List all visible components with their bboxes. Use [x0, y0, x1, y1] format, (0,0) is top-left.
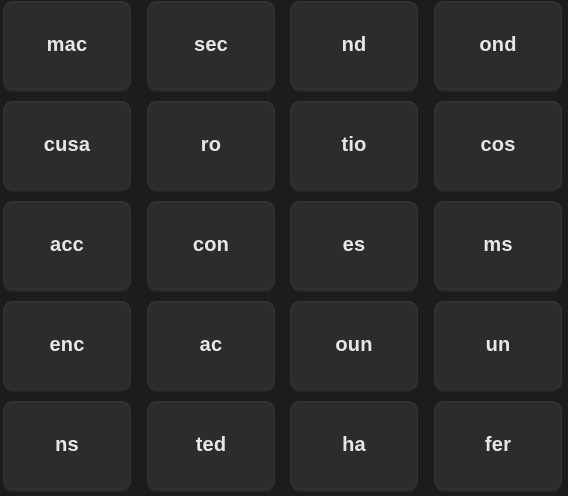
tile[interactable]: tio — [290, 101, 418, 190]
tile-label: ro — [200, 134, 222, 156]
tile[interactable]: con — [147, 201, 275, 290]
tile-label: ns — [55, 434, 79, 456]
tile-label: fer — [484, 434, 512, 456]
tile[interactable]: ms — [434, 201, 562, 290]
tile-label: ha — [342, 434, 366, 456]
tile[interactable]: es — [290, 201, 418, 290]
tile-label: ac — [199, 334, 223, 356]
tile[interactable]: ns — [3, 401, 131, 490]
tile-board: mac sec nd ond cusa ro tio cos acc con e… — [0, 0, 568, 496]
tile-label: enc — [49, 334, 85, 356]
tile[interactable]: ac — [147, 301, 275, 390]
tile-label: un — [485, 334, 511, 356]
tile[interactable]: fer — [434, 401, 562, 490]
tile-label: ted — [195, 434, 227, 456]
tile-label: acc — [50, 234, 84, 256]
tile[interactable]: mac — [3, 1, 131, 90]
tile-label: mac — [46, 34, 88, 56]
tile-label: cos — [480, 134, 516, 156]
tile-label: oun — [335, 334, 373, 356]
tile[interactable]: sec — [147, 1, 275, 90]
tile[interactable]: ond — [434, 1, 562, 90]
tile[interactable]: cos — [434, 101, 562, 190]
tile[interactable]: un — [434, 301, 562, 390]
tile[interactable]: oun — [290, 301, 418, 390]
tile[interactable]: ha — [290, 401, 418, 490]
tile-label: ms — [483, 234, 513, 256]
tile-label: cusa — [43, 134, 91, 156]
tile-label: con — [192, 234, 230, 256]
tile-label: nd — [341, 34, 367, 56]
tile-label: ond — [479, 34, 517, 56]
tile[interactable]: acc — [3, 201, 131, 290]
tile-label: es — [342, 234, 366, 256]
tile-label: sec — [194, 34, 228, 56]
tile-label: tio — [341, 134, 367, 156]
tile[interactable]: ro — [147, 101, 275, 190]
tile[interactable]: ted — [147, 401, 275, 490]
tile[interactable]: nd — [290, 1, 418, 90]
tile[interactable]: enc — [3, 301, 131, 390]
tile[interactable]: cusa — [3, 101, 131, 190]
